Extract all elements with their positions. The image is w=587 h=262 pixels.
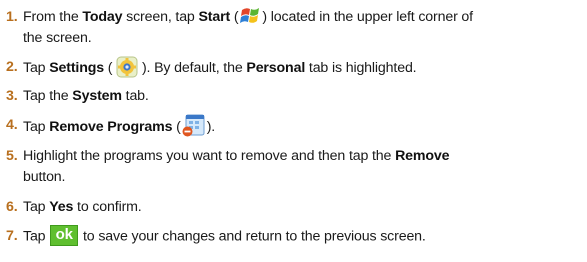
start-label: Start [198, 9, 231, 25]
personal-label: Personal [246, 59, 306, 76]
remove-programs-icon [181, 114, 207, 138]
step-number: 3. [6, 88, 18, 104]
step-text: Tap ok to save your changes and return t… [23, 225, 426, 246]
settings-label: Settings [49, 59, 104, 76]
step-number: 6. [6, 199, 18, 215]
remove-programs-label: Remove Programs [49, 118, 173, 135]
step-number: 5. [6, 148, 18, 164]
settings-gear-icon [116, 56, 138, 78]
today-label: Today [82, 9, 123, 25]
system-label: System [72, 88, 122, 104]
step-text: Tap Remove Programs ( ). [23, 114, 585, 139]
step-number: 2. [6, 59, 18, 75]
windows-start-flag-icon [238, 6, 262, 26]
step-number: 7. [6, 228, 18, 244]
step-text: Tap Yes to confirm. [23, 199, 142, 215]
step-text: Highlight the programs you want to remov… [23, 148, 450, 185]
yes-label: Yes [49, 199, 74, 215]
ok-button-icon: ok [50, 225, 79, 246]
step-text: From the Today screen, tap Start ( ) loc… [23, 7, 585, 49]
step-number: 1. [6, 9, 18, 25]
step-number: 4. [6, 117, 18, 133]
step-text: Tap the System tab. [23, 88, 149, 104]
step-text: Tap Settings ( ). By default, the Person… [23, 56, 585, 79]
remove-label: Remove [395, 148, 450, 164]
